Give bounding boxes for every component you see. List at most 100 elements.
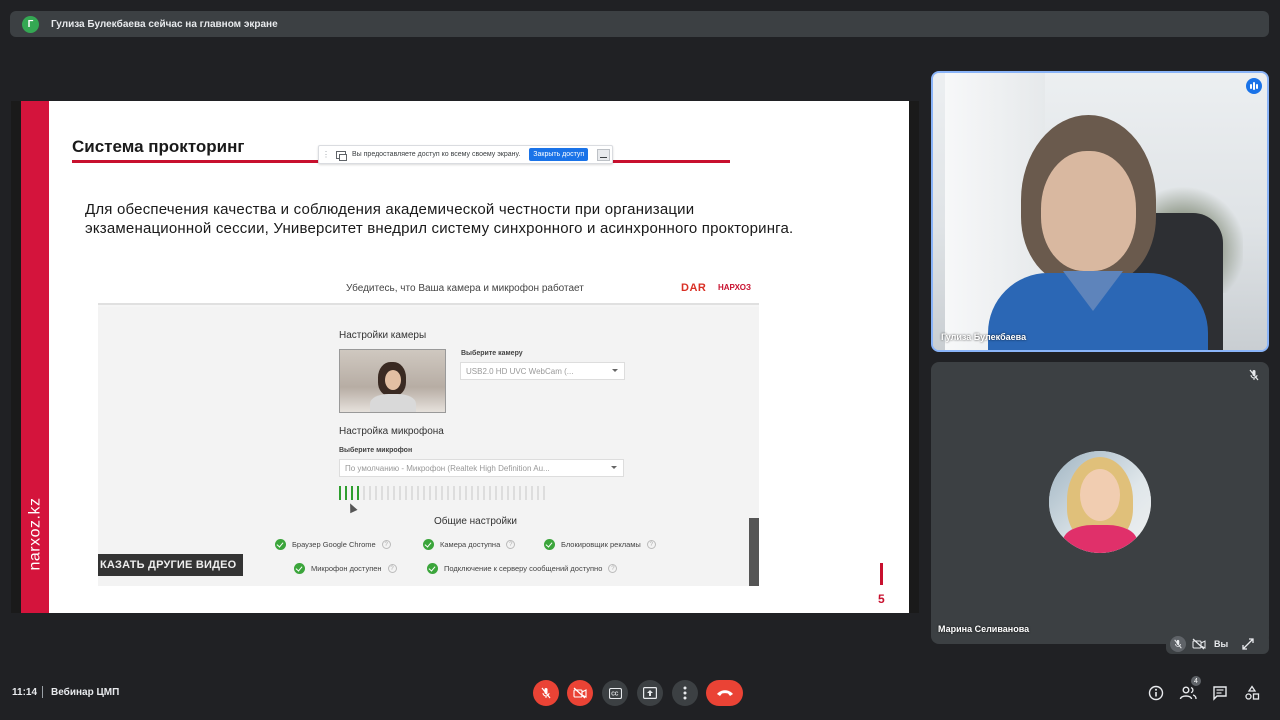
mic-level-bar <box>465 486 467 500</box>
show-other-videos-button: КАЗАТЬ ДРУГИЕ ВИДЕО <box>98 554 243 576</box>
end-call-button[interactable] <box>706 680 743 706</box>
mic-level-bar <box>375 486 377 500</box>
slide-number-accent <box>880 563 883 585</box>
check-icon <box>294 563 305 574</box>
help-icon: ? <box>381 540 391 549</box>
camera-select-label: Выберите камеру <box>461 350 523 357</box>
mic-level-bar <box>537 486 539 500</box>
self-tile[interactable]: Вы <box>1166 633 1269 654</box>
svg-text:CC: CC <box>611 691 619 697</box>
camera-select-value: USB2.0 HD UVC WebCam (... <box>466 366 574 376</box>
captions-button[interactable]: CC <box>602 680 628 706</box>
check-mic: Микрофон доступен ? <box>294 563 397 574</box>
check-browser: Браузер Google Chrome ? <box>275 539 391 550</box>
mic-settings-heading: Настройка микрофона <box>339 426 444 437</box>
mic-off-icon <box>1249 369 1259 381</box>
mic-level-bar <box>363 486 365 500</box>
meeting-name: Вебинар ЦМП <box>51 687 120 698</box>
people-button[interactable] <box>1179 684 1197 702</box>
self-label: Вы <box>1214 638 1229 649</box>
chat-icon <box>1213 686 1227 701</box>
mic-level-bar <box>369 486 371 500</box>
stop-sharing-button[interactable]: Закрыть доступ <box>529 148 589 161</box>
mic-level-bar <box>447 486 449 500</box>
screen-share-notice: ⋮ Вы предоставляете доступ ко всему свое… <box>318 145 613 164</box>
slide-letterbox-left <box>11 101 21 613</box>
mic-level-bar <box>411 486 413 500</box>
mic-level-bar <box>525 486 527 500</box>
meeting-info-button[interactable] <box>1147 684 1165 702</box>
captions-icon: CC <box>608 687 622 699</box>
help-icon: ? <box>506 540 516 549</box>
share-notice-text: Вы предоставляете доступ ко всему своему… <box>352 151 521 158</box>
mic-level-bar <box>519 486 521 500</box>
mic-level-bar <box>471 486 473 500</box>
check-icon <box>423 539 434 550</box>
mic-level-bar <box>387 486 389 500</box>
mic-level-bar <box>417 486 419 500</box>
expand-icon[interactable] <box>1242 637 1254 650</box>
mic-level-bar <box>351 486 353 500</box>
mic-level-bar <box>429 486 431 500</box>
activities-icon <box>1245 685 1260 700</box>
camera-preview <box>339 349 446 413</box>
participant-name: Гулиза Булекбаева <box>941 332 1027 342</box>
help-icon: ? <box>646 540 656 549</box>
info-icon <box>1148 685 1164 701</box>
mic-level-bar <box>453 486 455 500</box>
check-camera: Камера доступна ? <box>423 539 516 550</box>
people-icon <box>1179 686 1197 700</box>
mic-toggle-button[interactable] <box>533 680 559 706</box>
participant-tile-marina[interactable]: Марина Селиванова <box>931 362 1269 644</box>
mic-select-label: Выберите микрофон <box>339 447 413 454</box>
check-icon <box>275 539 286 550</box>
mic-level-bar <box>381 486 383 500</box>
drag-handle-icon[interactable]: ⋮ <box>322 150 330 158</box>
presenting-banner-text: Гулиза Булекбаева сейчас на главном экра… <box>51 18 278 30</box>
embedded-header: Убедитесь, что Ваша камера и микрофон ра… <box>98 272 759 305</box>
present-button[interactable] <box>637 680 663 706</box>
minimize-icon <box>600 156 608 158</box>
narxoz-logo: НАРХОЗ <box>718 283 751 292</box>
mic-level-bar <box>531 486 533 500</box>
more-options-button[interactable] <box>672 680 698 706</box>
speaking-indicator-icon <box>1246 78 1262 94</box>
mic-select-value: По умолчанию - Микрофон (Realtek High De… <box>345 463 550 473</box>
mic-level-bar <box>543 486 545 500</box>
activities-button[interactable] <box>1243 684 1261 702</box>
check-adblock: Блокировщик рекламы ? <box>544 539 656 550</box>
help-icon: ? <box>387 564 397 573</box>
participant-tile-presenter[interactable]: Гулиза Булекбаева <box>931 71 1269 352</box>
presenter-avatar: Г <box>22 15 39 33</box>
present-screen-icon <box>643 687 657 699</box>
mic-level-bar <box>435 486 437 500</box>
help-icon: ? <box>608 564 618 573</box>
video-person-face <box>1041 151 1136 271</box>
mic-level-bar <box>393 486 395 500</box>
chat-button[interactable] <box>1211 684 1229 702</box>
check-label: Подключение к серверу сообщений доступно <box>444 564 603 573</box>
check-label: Камера доступна <box>440 540 501 549</box>
general-settings-heading: Общие настройки <box>434 516 517 527</box>
mic-level-bar <box>345 486 347 500</box>
hide-notice-button[interactable] <box>597 148 611 161</box>
chevron-down-icon <box>612 369 618 372</box>
embedded-proctoring-screenshot: Убедитесь, что Ваша камера и микрофон ра… <box>98 272 759 586</box>
mic-level-bar <box>507 486 509 500</box>
mic-level-bar <box>423 486 425 500</box>
slide-paragraph: Для обеспечения качества и соблюдения ак… <box>85 201 794 237</box>
check-icon <box>544 539 555 550</box>
mic-level-bar <box>405 486 407 500</box>
camera-off-icon <box>1192 638 1206 649</box>
camera-select: USB2.0 HD UVC WebCam (... <box>460 362 625 380</box>
check-label: Браузер Google Chrome <box>292 540 376 549</box>
mic-level-bar <box>513 486 515 500</box>
mic-level-bar <box>459 486 461 500</box>
mic-off-icon <box>1174 639 1182 648</box>
preview-body <box>370 394 416 412</box>
camera-toggle-button[interactable] <box>567 680 593 706</box>
mic-level-bar <box>483 486 485 500</box>
check-label: Микрофон доступен <box>311 564 382 573</box>
meeting-time: 11:14 <box>12 687 38 698</box>
mic-level-bar <box>477 486 479 500</box>
